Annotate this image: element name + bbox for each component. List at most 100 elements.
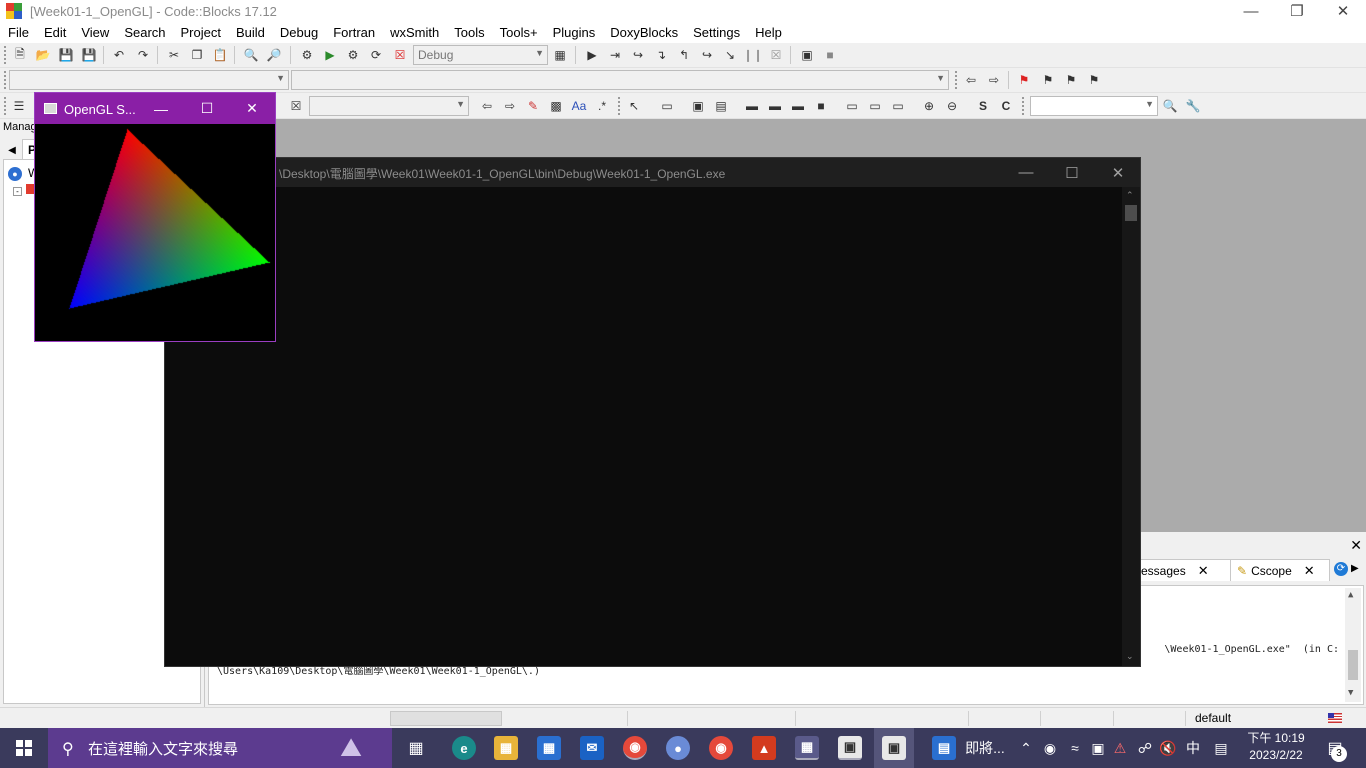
- box3-icon[interactable]: ▭: [889, 97, 907, 115]
- menu-tools-plus[interactable]: Tools+: [500, 25, 538, 40]
- prev-bookmark-icon[interactable]: ⚑: [1039, 71, 1057, 89]
- console-output[interactable]: [165, 187, 1122, 666]
- paste-icon[interactable]: 📋: [211, 46, 229, 64]
- step-into-icon[interactable]: ↴: [652, 46, 670, 64]
- window-app-icon[interactable]: ▣: [838, 736, 862, 760]
- record-icon[interactable]: ◉: [1040, 728, 1060, 768]
- meet-now-icon[interactable]: ▣: [1088, 728, 1108, 768]
- refresh-icon[interactable]: ⟳: [1334, 562, 1348, 576]
- opengl-canvas[interactable]: [35, 124, 275, 341]
- minimize-button[interactable]: —: [1228, 0, 1274, 22]
- console-titlebar[interactable]: \Desktop\電腦圖學\Week01\Week01-1_OpenGL\bin…: [165, 158, 1140, 187]
- ime-options-icon[interactable]: ▤: [1210, 728, 1232, 768]
- menu-settings[interactable]: Settings: [693, 25, 740, 40]
- paint-icon[interactable]: ●: [666, 736, 690, 760]
- cut-icon[interactable]: ✂: [165, 46, 183, 64]
- layout2-icon[interactable]: ▬: [766, 97, 784, 115]
- layout4-icon[interactable]: ■: [812, 97, 830, 115]
- search-symbol-icon[interactable]: 🔍: [1161, 97, 1179, 115]
- target-dialog-icon[interactable]: ▦: [551, 46, 569, 64]
- console-scrollbar[interactable]: ⌃ ⌄: [1122, 187, 1140, 666]
- clear-bookmarks-icon[interactable]: ⚑: [1085, 71, 1103, 89]
- office-icon[interactable]: ▲: [752, 736, 776, 760]
- step-out-icon[interactable]: ↰: [675, 46, 693, 64]
- chrome-icon[interactable]: ◉: [623, 736, 647, 760]
- alert-icon[interactable]: ⚠: [1110, 728, 1130, 768]
- copy-icon[interactable]: ❐: [188, 46, 206, 64]
- mail-icon[interactable]: ✉: [580, 736, 604, 760]
- menu-help[interactable]: Help: [755, 25, 782, 40]
- layout3-icon[interactable]: ▬: [789, 97, 807, 115]
- menu-wxsmith[interactable]: wxSmith: [390, 25, 439, 40]
- expand-toggle-icon[interactable]: -: [13, 187, 22, 196]
- regex-icon[interactable]: .*: [593, 97, 611, 115]
- menu-build[interactable]: Build: [236, 25, 265, 40]
- maximize-button[interactable]: ☐: [1049, 158, 1095, 187]
- c-icon[interactable]: C: [997, 97, 1015, 115]
- jump-forward-icon[interactable]: ⇨: [985, 71, 1003, 89]
- close-icon[interactable]: ✕: [1304, 563, 1315, 579]
- start-button[interactable]: [0, 728, 48, 768]
- menu-fortran[interactable]: Fortran: [333, 25, 375, 40]
- run-icon[interactable]: ▶: [321, 46, 339, 64]
- task-view-icon[interactable]: ▦: [402, 728, 430, 768]
- menu-view[interactable]: View: [81, 25, 109, 40]
- abort-icon[interactable]: ☒: [391, 46, 409, 64]
- frame-icon[interactable]: ▭: [658, 97, 676, 115]
- save-icon[interactable]: 💾: [57, 46, 75, 64]
- minimize-button[interactable]: —: [1003, 158, 1049, 187]
- menu-debug[interactable]: Debug: [280, 25, 318, 40]
- toolbar-grip[interactable]: [4, 71, 7, 89]
- symbol-search-select[interactable]: ▼: [1030, 96, 1158, 116]
- text-block-icon[interactable]: ▤: [712, 97, 730, 115]
- close-button[interactable]: ✕: [1320, 0, 1366, 22]
- menu-search[interactable]: Search: [124, 25, 165, 40]
- next-line-icon[interactable]: ↪: [629, 46, 647, 64]
- chevron-up-icon[interactable]: ⌃: [1016, 728, 1036, 768]
- cscope-tab[interactable]: ✎ Cscope ✕: [1230, 559, 1330, 581]
- file-explorer-icon[interactable]: ▦: [494, 736, 518, 760]
- pointer-icon[interactable]: ↖: [625, 97, 643, 115]
- scroll-up-icon[interactable]: ▲: [1348, 590, 1353, 600]
- find-icon[interactable]: 🔍: [242, 46, 260, 64]
- menu-plugins[interactable]: Plugins: [553, 25, 596, 40]
- highlight-icon[interactable]: ✎: [524, 97, 542, 115]
- clear-search-icon[interactable]: ☒: [287, 97, 305, 115]
- undo-icon[interactable]: ↶: [110, 46, 128, 64]
- volume-muted-icon[interactable]: 🔇: [1158, 728, 1178, 768]
- menu-doxyblocks[interactable]: DoxyBlocks: [610, 25, 678, 40]
- replace-icon[interactable]: 🔎: [265, 46, 283, 64]
- build-gear-icon[interactable]: ⚙: [298, 46, 316, 64]
- scroll-down-icon[interactable]: ▼: [1348, 688, 1353, 698]
- s-icon[interactable]: S: [974, 97, 992, 115]
- menu-file[interactable]: File: [8, 25, 29, 40]
- run-to-cursor-icon[interactable]: ⇥: [606, 46, 624, 64]
- toolbar-grip[interactable]: [4, 46, 7, 64]
- match-case-icon[interactable]: Aa: [570, 97, 588, 115]
- toolbar-grip[interactable]: [4, 97, 7, 115]
- chevron-right-icon[interactable]: ▶: [1351, 563, 1359, 574]
- maximize-button[interactable]: ☐: [184, 93, 230, 124]
- function-select[interactable]: ▼: [291, 70, 949, 90]
- scrollbar-thumb[interactable]: [1348, 650, 1358, 680]
- box1-icon[interactable]: ▭: [843, 97, 861, 115]
- select-icon[interactable]: ▩: [547, 97, 565, 115]
- chevron-left-icon[interactable]: ◀: [4, 141, 20, 159]
- scope-select[interactable]: ▼: [9, 70, 289, 90]
- scroll-down-icon[interactable]: ⌄: [1126, 651, 1134, 662]
- codeblocks-taskbar-icon[interactable]: ▦: [795, 736, 819, 760]
- close-button[interactable]: ✕: [229, 93, 275, 124]
- pause-icon[interactable]: ❙❙: [743, 46, 763, 64]
- edge-icon[interactable]: e: [452, 736, 476, 760]
- log-scrollbar[interactable]: ▲ ▼: [1345, 588, 1361, 702]
- stop-debug-icon[interactable]: ☒: [767, 46, 785, 64]
- back-arrow-icon[interactable]: ⇦: [478, 97, 496, 115]
- search-box[interactable]: ⚲ 在這裡輸入文字來搜尋 ⛰: [48, 728, 392, 768]
- chrome-icon[interactable]: ◉: [709, 736, 733, 760]
- step-into-instruction-icon[interactable]: ↘: [721, 46, 739, 64]
- power-icon[interactable]: ☍: [1134, 728, 1156, 768]
- status-scrollbar[interactable]: [390, 711, 502, 726]
- toolbar-grip[interactable]: [618, 97, 621, 115]
- image-icon[interactable]: ▣: [689, 97, 707, 115]
- rebuild-icon[interactable]: ⟳: [367, 46, 385, 64]
